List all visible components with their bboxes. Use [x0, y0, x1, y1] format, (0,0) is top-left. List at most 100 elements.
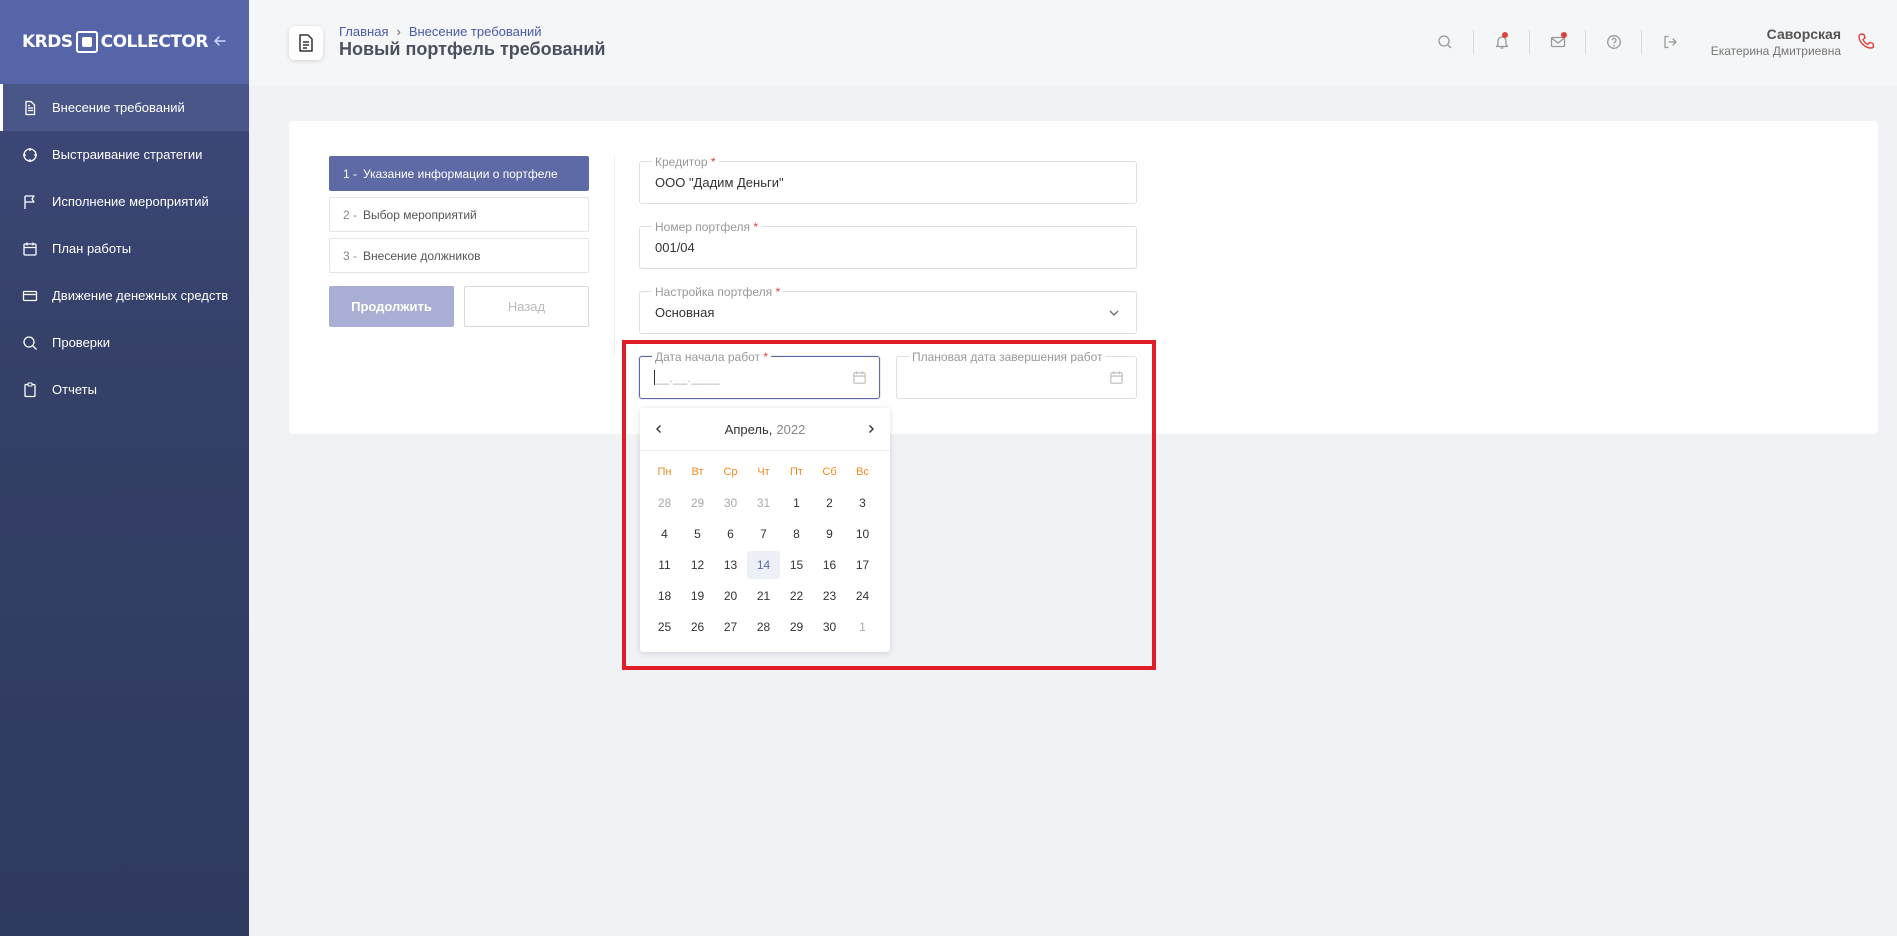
calendar-day[interactable]: 22: [780, 582, 813, 610]
weekday-label: Пт: [790, 466, 803, 478]
logo-text-left: KRDS: [22, 32, 73, 52]
calendar-day[interactable]: 2: [813, 489, 846, 517]
portfolio-setting-value: Основная: [655, 305, 715, 320]
help-icon[interactable]: [1585, 30, 1641, 54]
calendar-day[interactable]: 30: [714, 489, 747, 517]
calendar-icon[interactable]: [852, 370, 867, 390]
sidebar-item-claims[interactable]: Внесение требований: [0, 84, 249, 131]
sidebar-item-cash-flow[interactable]: Движение денежных средств: [0, 272, 249, 319]
sidebar-item-label: Выстраивание стратегии: [52, 147, 203, 162]
sidebar-item-label: Проверки: [52, 335, 110, 350]
calendar-day[interactable]: 29: [681, 489, 714, 517]
datepicker-header: Апрель, 2022: [640, 408, 890, 451]
calendar-day[interactable]: 12: [681, 551, 714, 579]
calendar-day[interactable]: 29: [780, 613, 813, 641]
wizard-steps: 1 - Указание информации о портфеле 2 - В…: [329, 156, 589, 279]
sidebar-item-work-plan[interactable]: План работы: [0, 225, 249, 272]
calendar-day[interactable]: 9: [813, 520, 846, 548]
start-date-input[interactable]: Дата начала работ * __.__.____: [639, 350, 880, 399]
logo-cube-icon: [75, 31, 98, 53]
calendar-day[interactable]: 27: [714, 613, 747, 641]
user-subtitle: Екатерина Дмитриевна: [1710, 44, 1841, 58]
calendar-day[interactable]: 21: [747, 582, 780, 610]
step-number: 3 -: [343, 248, 358, 263]
datepicker-popup: Апрель, 2022 Пн Вт Ср Чт Пт Сб Вс 28 29 30 3…: [640, 408, 890, 652]
vertical-divider: [614, 156, 615, 356]
calendar-day[interactable]: 19: [681, 582, 714, 610]
weekday-row: Пн Вт Ср Чт Пт Сб Вс: [648, 457, 882, 487]
sidebar-item-label: План работы: [52, 241, 132, 256]
calendar-day[interactable]: 16: [813, 551, 846, 579]
calendar-day[interactable]: 11: [648, 551, 681, 579]
search-icon[interactable]: [1417, 30, 1473, 54]
calendar-day[interactable]: 18: [648, 582, 681, 610]
portfolio-setting-select[interactable]: Настройка портфеля * Основная: [639, 285, 1137, 334]
step-number: 2 -: [343, 207, 358, 222]
calendar-day[interactable]: 30: [813, 613, 846, 641]
calendar-day[interactable]: 1: [780, 489, 813, 517]
step-portfolio-info[interactable]: 1 - Указание информации о портфеле: [329, 156, 589, 191]
calendar-day[interactable]: 4: [648, 520, 681, 548]
logo: KRDS COLLECTOR: [22, 31, 208, 53]
weekday-label: Ср: [723, 466, 738, 478]
calendar-day[interactable]: 25: [648, 613, 681, 641]
weekday-label: Чт: [757, 466, 770, 478]
calendar-day[interactable]: 26: [681, 613, 714, 641]
date-mask: __.__.____: [655, 371, 721, 385]
calendar-day[interactable]: 31: [747, 489, 780, 517]
user-name: Саворская: [1766, 26, 1841, 42]
creditor-field[interactable]: Кредитор * ООО "Дадим Деньги": [639, 155, 1137, 204]
sidebar-item-strategy[interactable]: Выстраивание стратегии: [0, 131, 249, 178]
document-icon: [25, 100, 36, 115]
page-title: Новый портфель требований: [339, 39, 606, 59]
portfolio-number-field[interactable]: Номер портфеля * 001/04: [639, 220, 1137, 269]
calendar-day[interactable]: 8: [780, 520, 813, 548]
calendar-day[interactable]: 17: [846, 551, 879, 579]
calendar-icon[interactable]: [1109, 370, 1124, 390]
datepicker-grid: Пн Вт Ср Чт Пт Сб Вс 28 29 30 31 1 2 3 4 5 6 7 8 9 10…: [640, 451, 890, 642]
calendar-day[interactable]: 15: [780, 551, 813, 579]
prev-month-icon[interactable]: [654, 421, 664, 437]
datepicker-title[interactable]: Апрель, 2022: [725, 422, 806, 437]
calendar-day[interactable]: 23: [813, 582, 846, 610]
end-date-label: Плановая дата завершения работ: [909, 350, 1106, 364]
week-row: 25 26 27 28 29 30 1: [648, 611, 882, 642]
calendar-day[interactable]: 28: [747, 613, 780, 641]
calendar-day[interactable]: 6: [714, 520, 747, 548]
chevron-down-icon[interactable]: [1108, 306, 1120, 324]
calendar-day[interactable]: 20: [714, 582, 747, 610]
end-date-input[interactable]: Плановая дата завершения работ: [896, 350, 1137, 399]
calendar-day[interactable]: 24: [846, 582, 879, 610]
creditor-value: ООО "Дадим Деньги": [655, 175, 784, 190]
calendar-day[interactable]: 7: [747, 520, 780, 548]
calendar-day[interactable]: 10: [846, 520, 879, 548]
step-select-events[interactable]: 2 - Выбор мероприятий: [329, 197, 589, 232]
breadcrumb-claims[interactable]: Внесение требований: [409, 24, 542, 39]
collapse-sidebar-icon[interactable]: [213, 32, 227, 53]
portfolio-number-value: 001/04: [655, 240, 695, 255]
mail-icon[interactable]: [1529, 30, 1585, 54]
next-month-icon[interactable]: [866, 421, 876, 437]
logout-icon[interactable]: [1641, 30, 1697, 54]
sidebar-item-execution[interactable]: Исполнение мероприятий: [0, 178, 249, 225]
header-actions: [1417, 30, 1697, 54]
calendar-day[interactable]: 28: [648, 489, 681, 517]
calendar-day[interactable]: 1: [846, 613, 879, 641]
breadcrumb-home[interactable]: Главная: [339, 24, 388, 39]
notifications-bell-icon[interactable]: [1473, 30, 1529, 54]
back-button[interactable]: Назад: [464, 286, 589, 327]
calendar-day-today[interactable]: 14: [747, 550, 780, 579]
user-info[interactable]: Саворская Екатерина Дмитриевна: [1711, 26, 1841, 58]
step-debtors[interactable]: 3 - Внесение должников: [329, 238, 589, 273]
calendar-day[interactable]: 3: [846, 489, 879, 517]
week-row: 28 29 30 31 1 2 3: [648, 487, 882, 518]
calendar-day[interactable]: 13: [714, 551, 747, 579]
sidebar-item-checks[interactable]: Проверки: [0, 319, 249, 366]
sidebar-item-reports[interactable]: Отчеты: [0, 366, 249, 413]
sidebar-nav: Внесение требований Выстраивание стратег…: [0, 84, 249, 413]
creditor-label: Кредитор *: [652, 155, 719, 169]
portfolio-setting-label: Настройка портфеля *: [652, 285, 784, 299]
calendar-day[interactable]: 5: [681, 520, 714, 548]
continue-button[interactable]: Продолжить: [329, 286, 454, 327]
phone-icon[interactable]: [1857, 32, 1875, 55]
